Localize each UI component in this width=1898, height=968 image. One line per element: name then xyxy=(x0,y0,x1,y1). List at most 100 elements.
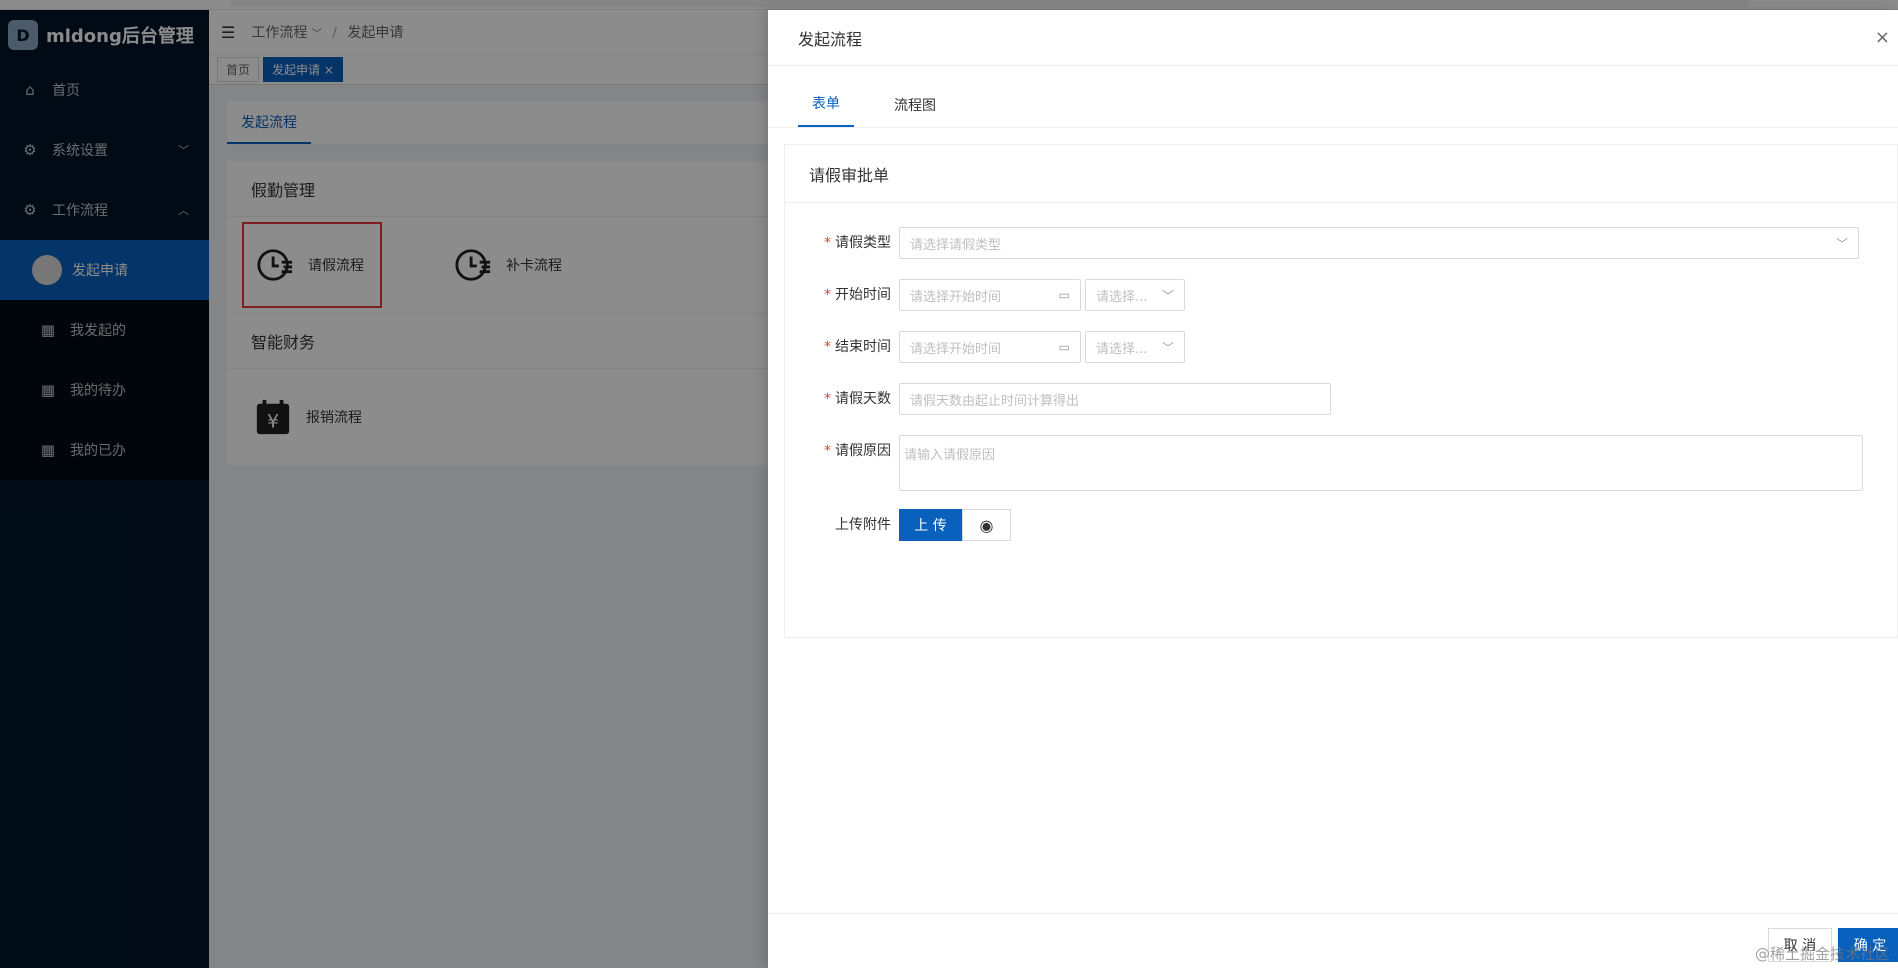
field-label-text: 请假原因 xyxy=(835,443,891,459)
textarea-placeholder: 请输入请假原因 xyxy=(904,448,996,463)
close-icon[interactable]: × xyxy=(324,63,334,77)
flow-clock-in[interactable]: 补卡流程 xyxy=(442,222,582,308)
grid-icon: ▦ xyxy=(40,441,56,459)
field-label: * 请假类型 xyxy=(785,227,899,259)
form-row-end-time: * 结束时间 请选择开始时间 ▭ 请选择... ﹀ xyxy=(785,331,1185,363)
start-flow-drawer: 发起流程 × 表单 流程图 请假审批单 * 请假类型 请选择请假类型 ﹀ * 开始时… xyxy=(768,10,1898,968)
form-row-reason: * 请假原因 请输入请假原因 xyxy=(785,435,1863,491)
sidebar-item-label: 首页 xyxy=(52,83,80,99)
field-label: * 开始时间 xyxy=(785,279,899,311)
tab-start-flow[interactable]: 发起流程 xyxy=(227,112,311,144)
sidebar-item-label: 系统设置 xyxy=(52,143,108,159)
field-label-text: 开始时间 xyxy=(835,287,891,303)
menu-fold-icon[interactable]: ☰ xyxy=(221,23,235,42)
date-placeholder: 请选择开始时间 xyxy=(910,289,1002,305)
chevron-down-icon: ﹀ xyxy=(1835,236,1848,251)
gear-icon: ⚙ xyxy=(23,141,37,159)
sidebar: D mldong后台管理 ⌂ 首页 ⚙ 系统设置 ﹀ ⚙ 工作流程 ︿ 发起申请… xyxy=(0,10,209,968)
form-row-leave-type: * 请假类型 请选择请假类型 ﹀ xyxy=(785,227,1859,259)
close-icon[interactable]: × xyxy=(1875,27,1890,48)
flow-label: 请假流程 xyxy=(308,258,364,274)
field-label-text: 请假天数 xyxy=(835,391,891,407)
chevron-down-icon: ﹀ xyxy=(1161,340,1174,355)
leave-reason-textarea[interactable]: 请输入请假原因 xyxy=(899,435,1863,491)
home-icon: ⌂ xyxy=(25,81,35,99)
end-date-picker[interactable]: 请选择开始时间 ▭ xyxy=(899,331,1081,363)
breadcrumb-separator: / xyxy=(332,25,337,41)
preview-button[interactable]: ◉ xyxy=(962,509,1011,541)
field-label: * 请假原因 xyxy=(785,435,899,467)
breadcrumb-item[interactable]: 工作流程 xyxy=(251,25,307,41)
logo-row[interactable]: D mldong后台管理 xyxy=(0,10,209,60)
field-label: 上传附件 xyxy=(785,509,899,541)
tab-home[interactable]: 首页 xyxy=(217,57,260,82)
drawer-tabs: 表单 流程图 xyxy=(768,66,1898,128)
sidebar-item-home[interactable]: ⌂ 首页 xyxy=(0,60,209,120)
calendar-icon: ▭ xyxy=(1058,288,1070,302)
end-period-select[interactable]: 请选择... ﹀ xyxy=(1085,331,1185,363)
sidebar-item-my-todo[interactable]: ▦ 我的待办 xyxy=(0,360,209,420)
tab-label: 发起申请 xyxy=(272,63,321,77)
app-logo: D xyxy=(8,20,38,50)
tab-flow-chart[interactable]: 流程图 xyxy=(880,95,950,127)
sidebar-item-label: 我的已办 xyxy=(70,443,126,459)
sidebar-item-label: 工作流程 xyxy=(52,203,108,219)
calendar-icon: ▭ xyxy=(1058,340,1070,354)
flow-label: 报销流程 xyxy=(306,410,362,426)
select-placeholder: 请选择请假类型 xyxy=(910,237,1002,253)
start-period-select[interactable]: 请选择... ﹀ xyxy=(1085,279,1185,311)
required-mark: * xyxy=(824,235,831,251)
required-mark: * xyxy=(824,443,831,459)
required-mark: * xyxy=(824,391,831,407)
drawer-title: 发起流程 xyxy=(798,29,863,49)
start-date-picker[interactable]: 请选择开始时间 ▭ xyxy=(899,279,1081,311)
field-label: * 请假天数 xyxy=(785,383,899,415)
top-strip xyxy=(0,0,1898,10)
required-mark: * xyxy=(824,339,831,355)
flow-label: 补卡流程 xyxy=(506,258,562,274)
grid-icon: ▦ xyxy=(40,381,56,399)
chevron-down-icon: ﹀ xyxy=(311,29,322,40)
gear-icon: ⚙ xyxy=(23,201,37,219)
select-placeholder: 请选择... xyxy=(1096,289,1148,305)
tab-form[interactable]: 表单 xyxy=(798,93,854,127)
sidebar-item-label: 我的待办 xyxy=(70,383,126,399)
sidebar-item-label: 发起申请 xyxy=(72,263,128,279)
form-title: 请假审批单 xyxy=(785,145,1897,203)
input-placeholder: 请假天数由起止时间计算得出 xyxy=(910,393,1080,409)
drawer-footer: 取 消 确 定 xyxy=(768,913,1898,968)
flow-reimbursement[interactable]: ¥ 报销流程 xyxy=(242,374,382,460)
sidebar-item-start-application[interactable]: 发起申请 xyxy=(0,240,209,300)
flow-leave[interactable]: 请假流程 xyxy=(242,222,382,308)
field-label-text: 请假类型 xyxy=(835,235,891,251)
eye-icon: ◉ xyxy=(979,515,994,535)
form-row-attachment: 上传附件 上 传 ◉ xyxy=(785,509,1011,541)
sidebar-menu: ⌂ 首页 ⚙ 系统设置 ﹀ ⚙ 工作流程 ︿ 发起申请 ▦ 我发起的 ▦ 我的待… xyxy=(0,60,209,480)
grid-icon: ▦ xyxy=(40,321,56,339)
leave-type-select[interactable]: 请选择请假类型 ﹀ xyxy=(899,227,1859,259)
field-label-text: 上传附件 xyxy=(835,517,891,533)
form-row-days: * 请假天数 请假天数由起止时间计算得出 xyxy=(785,383,1331,415)
chevron-down-icon: ﹀ xyxy=(1161,288,1174,303)
upload-button[interactable]: 上 传 xyxy=(899,509,962,541)
svg-text:¥: ¥ xyxy=(267,410,279,432)
form-row-start-time: * 开始时间 请选择开始时间 ▭ 请选择... ﹀ xyxy=(785,279,1185,311)
yen-calendar-icon: ¥ xyxy=(256,399,290,435)
select-placeholder: 请选择... xyxy=(1096,341,1148,357)
leave-form-card: 请假审批单 * 请假类型 请选择请假类型 ﹀ * 开始时间 请选择开始时间 ▭ 请选… xyxy=(784,144,1898,638)
sidebar-item-label: 我发起的 xyxy=(70,323,126,339)
sidebar-item-my-initiated[interactable]: ▦ 我发起的 xyxy=(0,300,209,360)
sidebar-item-workflow[interactable]: ⚙ 工作流程 ︿ xyxy=(0,180,209,240)
app-title: mldong后台管理 xyxy=(46,26,194,47)
leave-days-input[interactable]: 请假天数由起止时间计算得出 xyxy=(899,383,1331,415)
browser-address-strip xyxy=(230,0,1750,7)
sidebar-item-my-done[interactable]: ▦ 我的已办 xyxy=(0,420,209,480)
chevron-down-icon: ﹀ xyxy=(178,144,189,157)
chevron-up-icon: ︿ xyxy=(178,204,189,217)
tab-start-application[interactable]: 发起申请 × xyxy=(263,57,343,82)
date-placeholder: 请选择开始时间 xyxy=(910,341,1002,357)
clock-list-icon xyxy=(455,249,491,281)
required-mark: * xyxy=(824,287,831,303)
workflow-submenu: 发起申请 ▦ 我发起的 ▦ 我的待办 ▦ 我的已办 xyxy=(0,240,209,480)
sidebar-item-system-settings[interactable]: ⚙ 系统设置 ﹀ xyxy=(0,120,209,180)
